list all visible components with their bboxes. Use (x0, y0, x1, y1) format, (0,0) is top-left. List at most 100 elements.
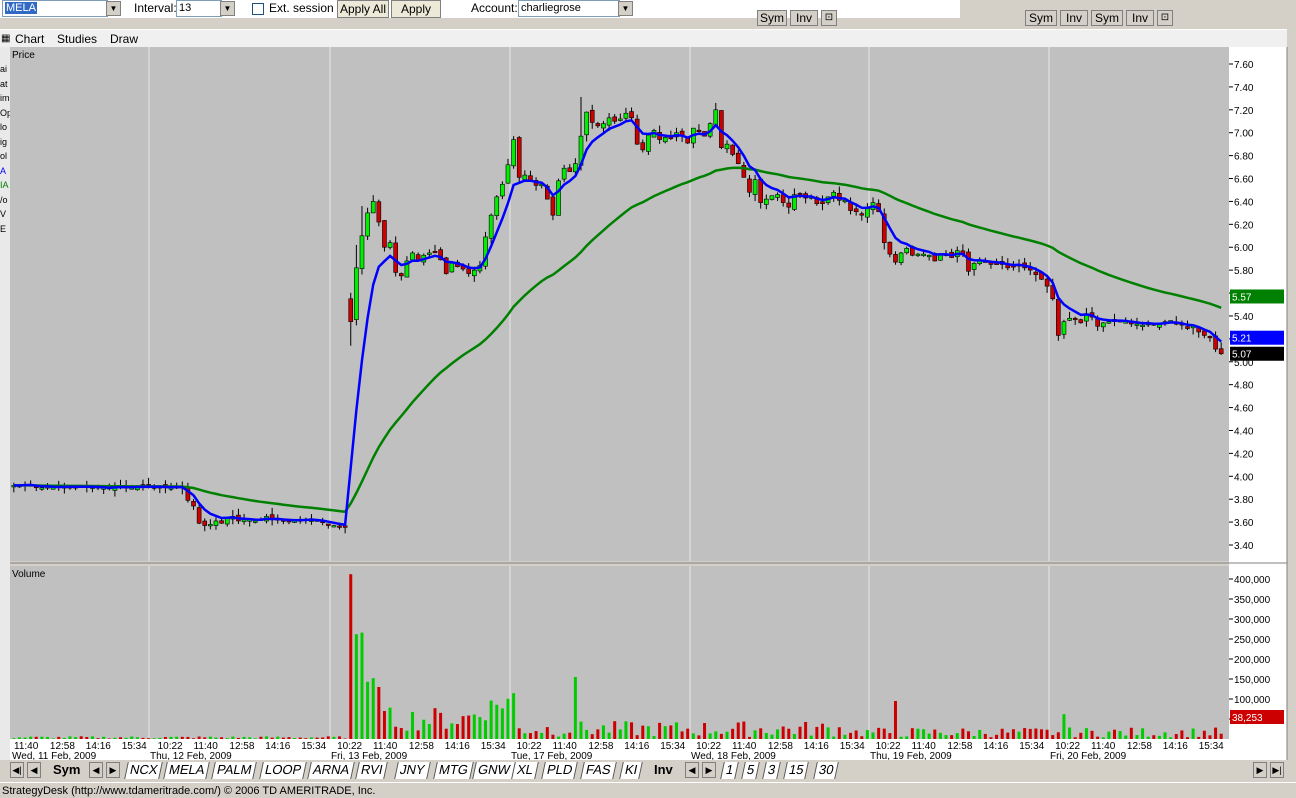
symbol-tab-ki[interactable]: KI (619, 762, 644, 779)
link-icon-1[interactable]: ⊡ (821, 10, 837, 26)
sym-button-2[interactable]: Sym (1025, 10, 1057, 26)
interval-tab-5[interactable]: 5 (741, 762, 761, 779)
candle-up (921, 253, 926, 256)
volume-bar (961, 728, 965, 739)
volume-bar (944, 735, 948, 739)
volume-bar (1101, 737, 1105, 739)
tab-sym[interactable]: Sym (50, 762, 84, 779)
price-tick-label: 4.20 (1234, 449, 1254, 460)
volume-bar (175, 736, 179, 739)
symbol-tab-arna[interactable]: ARNA (307, 762, 355, 779)
symbol-tab-palm[interactable]: PALM (211, 762, 258, 779)
volume-tick-label: 150,000 (1234, 675, 1271, 686)
time-tick-label: 15:34 (301, 741, 326, 752)
symbol-tab-xl[interactable]: XL (511, 762, 539, 779)
apply-all-button[interactable]: Apply All (337, 0, 389, 18)
ext-session-checkbox[interactable] (252, 3, 264, 15)
volume-bar (596, 729, 600, 739)
interval-tab-30[interactable]: 30 (813, 762, 840, 779)
candle-up (39, 487, 45, 490)
volume-bar (158, 737, 162, 739)
symbol-input[interactable]: MELA (2, 0, 108, 17)
volume-bar (281, 737, 285, 739)
volume-bar (1017, 731, 1021, 739)
volume-bar (203, 737, 207, 739)
volume-bar (804, 721, 808, 739)
volume-bar (658, 722, 662, 739)
volume-bar (899, 736, 903, 739)
candle-down (393, 242, 398, 273)
date-label: Tue, 17 Feb, 2009 (511, 751, 593, 760)
volume-bar (882, 728, 886, 739)
inv-button-2[interactable]: Inv (1060, 10, 1088, 26)
menu-draw[interactable]: Draw (110, 32, 138, 46)
volume-bar (910, 728, 914, 739)
interval-input[interactable]: 13 (176, 0, 222, 17)
candle-down (466, 268, 471, 274)
candle-up (601, 123, 606, 129)
apply-button[interactable]: Apply (391, 0, 441, 18)
volume-bar (34, 736, 38, 739)
time-tick-label: 15:34 (1019, 741, 1044, 752)
volume-bar (163, 737, 167, 739)
sym-button-3[interactable]: Sym (1091, 10, 1123, 26)
sym-prev-icon[interactable]: ◀ (89, 762, 103, 778)
volume-bar (1079, 732, 1083, 739)
candle-down (337, 525, 342, 528)
account-dropdown-icon[interactable]: ▼ (618, 1, 633, 16)
sym-next-icon[interactable]: ▶ (106, 762, 120, 778)
volume-bar (618, 729, 622, 739)
link-icon-2[interactable]: ⊡ (1157, 10, 1173, 26)
volume-tick-label: 100,000 (1234, 695, 1271, 706)
symbol-tab-ncx[interactable]: NCX (124, 762, 164, 779)
symbol-tab-mtg[interactable]: MTG (433, 762, 474, 779)
inv-button-1[interactable]: Inv (790, 10, 818, 26)
last-icon[interactable]: ▶| (1270, 762, 1284, 778)
interval-tab-3[interactable]: 3 (762, 762, 782, 779)
price-tick-label: 4.00 (1234, 472, 1254, 483)
menu-chart[interactable]: Chart (15, 32, 44, 46)
menu-studies[interactable]: Studies (57, 32, 97, 46)
symbol-tab-rvi[interactable]: RVI (355, 762, 389, 779)
date-label: Thu, 19 Feb, 2009 (870, 751, 952, 760)
symbol-tab-loop[interactable]: LOOP (259, 762, 307, 779)
volume-bar (68, 736, 72, 739)
candle-down (516, 137, 522, 178)
volume-bar (562, 733, 566, 739)
prev-icon[interactable]: ◀ (27, 762, 41, 778)
candle-down (859, 213, 865, 216)
sym-button-1[interactable]: Sym (757, 10, 787, 26)
volume-bar (85, 736, 89, 739)
candle-up (646, 134, 651, 152)
volume-bar (1096, 736, 1100, 739)
symbol-tab-gnw[interactable]: GNW (472, 762, 516, 779)
interval-tab-1[interactable]: 1 (720, 762, 740, 779)
inv-prev-icon[interactable]: ◀ (685, 762, 699, 778)
symbol-tab-mela[interactable]: MELA (163, 762, 211, 779)
volume-bar (517, 728, 521, 739)
interval-dropdown-icon[interactable]: ▼ (220, 1, 235, 16)
interval-tab-15[interactable]: 15 (783, 762, 810, 779)
volume-bar (641, 725, 645, 739)
time-tick-label: 12:58 (229, 741, 254, 752)
volume-bar (1124, 735, 1128, 739)
candle-up (449, 262, 455, 273)
symbol-dropdown-icon[interactable]: ▼ (106, 1, 121, 16)
tab-inv[interactable]: Inv (651, 762, 676, 779)
candle-up (522, 174, 528, 180)
volume-bar (983, 733, 987, 739)
inv-next-icon[interactable]: ▶ (702, 762, 716, 778)
volume-bar (585, 729, 589, 739)
candle-up (354, 267, 359, 320)
scroll-right-icon[interactable]: ▶ (1253, 762, 1267, 778)
inv-button-3[interactable]: Inv (1126, 10, 1154, 26)
symbol-tab-fas[interactable]: FAS (580, 762, 617, 779)
candle-up (494, 196, 500, 216)
time-tick-label: 15:34 (481, 741, 506, 752)
symbol-tab-pld[interactable]: PLD (541, 762, 579, 779)
chart-area[interactable]: Price Volume 7.60 7.40 7.20 7.00 6.80 6.60 6.4… (0, 47, 1296, 760)
volume-bar (989, 737, 993, 739)
symbol-tab-jny[interactable]: JNY (394, 762, 431, 779)
first-icon[interactable]: ◀| (10, 762, 24, 778)
account-select[interactable]: charliegrose (518, 0, 620, 17)
